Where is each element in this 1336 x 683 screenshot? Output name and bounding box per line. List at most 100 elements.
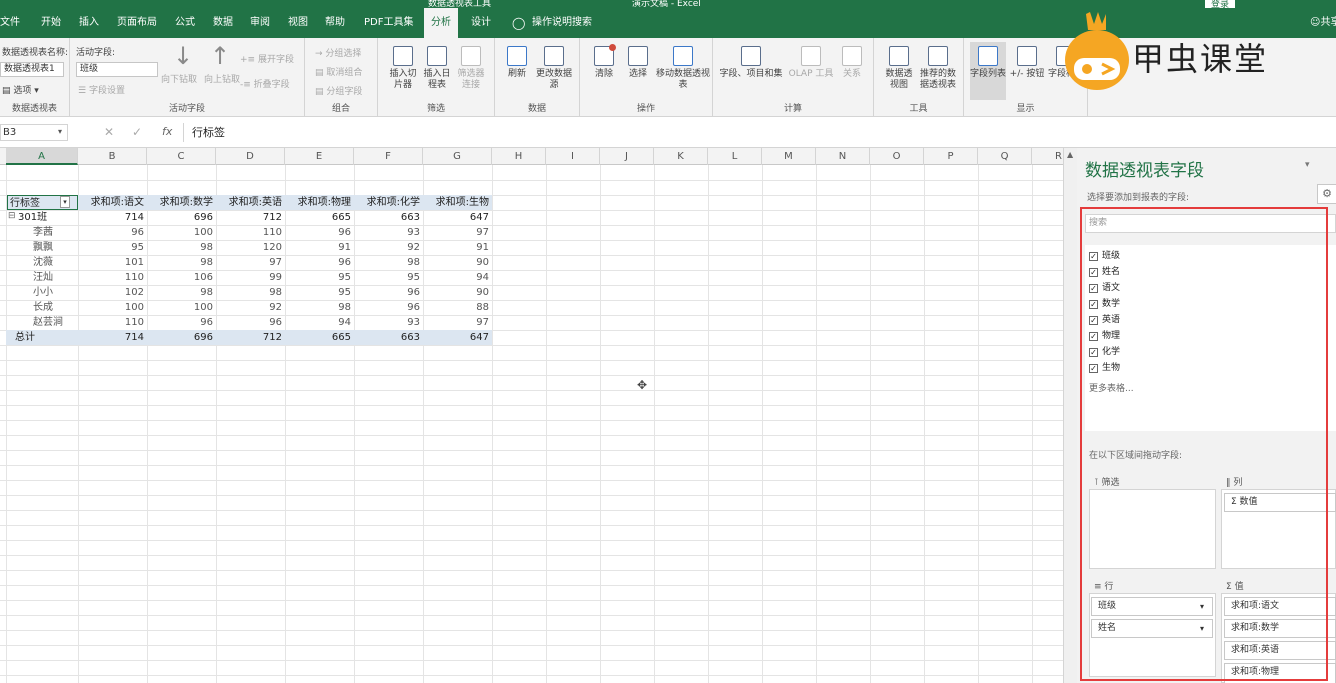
pivot-row-label[interactable]: 小小 (6, 285, 78, 300)
active-field-input[interactable]: 班级 (76, 62, 158, 77)
pivot-header-cell[interactable]: 求和项:数学 (147, 195, 216, 210)
insert-slicer-button[interactable]: 插入切片器 (386, 46, 420, 91)
group-selection-button[interactable]: → 分组选择 (315, 46, 361, 59)
tab-view[interactable]: 视图 (288, 8, 308, 38)
pivot-row-value[interactable]: 91 (285, 240, 354, 255)
name-box-dropdown-icon[interactable]: ▾ (58, 127, 62, 136)
pivot-row-value[interactable]: 98 (354, 255, 423, 270)
pivot-header-cell[interactable]: 求和项:语文 (78, 195, 147, 210)
pivot-row-value[interactable]: 110 (216, 225, 285, 240)
tell-me-search[interactable]: 操作说明搜索 (532, 8, 592, 38)
pivot-row-value[interactable]: 96 (354, 285, 423, 300)
tab-insert[interactable]: 插入 (79, 8, 99, 38)
collapse-field-button[interactable]: -≡ 折叠字段 (240, 77, 290, 90)
pivot-row-value[interactable]: 92 (354, 240, 423, 255)
pivot-row-value[interactable]: 95 (285, 270, 354, 285)
pivot-row-value[interactable]: 95 (354, 270, 423, 285)
filter-connections-button[interactable]: 筛选器连接 (454, 46, 488, 91)
select-button[interactable]: 选择 (622, 46, 654, 80)
pivot-row-value[interactable]: 96 (147, 315, 216, 330)
column-header-f[interactable]: F (354, 148, 423, 165)
fields-items-sets-button[interactable]: 字段、项目和集 (719, 46, 783, 80)
pivot-row-value[interactable]: 90 (423, 285, 492, 300)
pivot-row-value[interactable]: 96 (285, 255, 354, 270)
column-header-k[interactable]: K (654, 148, 708, 165)
pivot-row-label[interactable]: 飘飘 (6, 240, 78, 255)
pivot-row-label[interactable]: 赵芸涧 (6, 315, 78, 330)
panel-options-dropdown-icon[interactable]: ▾ (1305, 160, 1310, 170)
tab-page-layout[interactable]: 页面布局 (117, 8, 157, 38)
tab-design[interactable]: 设计 (471, 8, 491, 38)
pivot-row-value[interactable]: 91 (423, 240, 492, 255)
clear-button[interactable]: 清除 (588, 44, 620, 80)
pivot-row-value[interactable]: 100 (78, 300, 147, 315)
group-field-button[interactable]: ▤ 分组字段 (315, 84, 362, 97)
pivot-row-value[interactable]: 92 (216, 300, 285, 315)
pivot-row-value[interactable]: 98 (285, 300, 354, 315)
pivot-group-value[interactable]: 665 (285, 210, 354, 225)
tab-analyze[interactable]: 分析 (424, 8, 458, 38)
pivot-total-value[interactable]: 647 (423, 330, 492, 345)
tab-formulas[interactable]: 公式 (175, 8, 195, 38)
pivot-row-value[interactable]: 97 (423, 225, 492, 240)
pivot-row-value[interactable]: 98 (147, 255, 216, 270)
pivot-total-value[interactable]: 714 (78, 330, 147, 345)
vertical-scrollbar[interactable]: ▲ (1063, 148, 1077, 683)
options-button[interactable]: ▤ 选项 ▾ (2, 83, 39, 96)
field-list-button[interactable]: 字段列表 (970, 42, 1006, 100)
pivot-total-value[interactable]: 696 (147, 330, 216, 345)
column-header-p[interactable]: P (924, 148, 978, 165)
column-header-e[interactable]: E (285, 148, 354, 165)
column-header-j[interactable]: J (600, 148, 654, 165)
tab-help[interactable]: 帮助 (325, 8, 345, 38)
tab-file[interactable]: 文件 (0, 8, 20, 38)
pivot-row-value[interactable]: 110 (78, 315, 147, 330)
column-header-b[interactable]: B (78, 148, 147, 165)
column-header-d[interactable]: D (216, 148, 285, 165)
pivot-row-value[interactable]: 97 (216, 255, 285, 270)
collapse-group-icon[interactable]: ⊟ (8, 211, 16, 221)
olap-tools-button[interactable]: OLAP 工具 (785, 46, 837, 80)
cancel-icon[interactable]: ✕ (104, 125, 114, 139)
pivot-group-value[interactable]: 647 (423, 210, 492, 225)
column-header-m[interactable]: M (762, 148, 816, 165)
pivot-row-value[interactable]: 100 (147, 300, 216, 315)
pivot-group-value[interactable]: 712 (216, 210, 285, 225)
pivot-total-value[interactable]: 665 (285, 330, 354, 345)
pivot-row-value[interactable]: 88 (423, 300, 492, 315)
column-header-q[interactable]: Q (978, 148, 1032, 165)
formula-input[interactable]: 行标签 (183, 123, 1063, 142)
relationships-button[interactable]: 关系 (837, 46, 867, 80)
share-button[interactable]: ☺共享 (1310, 8, 1336, 38)
pivot-row-value[interactable]: 90 (423, 255, 492, 270)
pivot-group-value[interactable]: 714 (78, 210, 147, 225)
column-header-o[interactable]: O (870, 148, 924, 165)
pivot-row-label[interactable]: 长成 (6, 300, 78, 315)
column-header-n[interactable]: N (816, 148, 870, 165)
pivot-row-value[interactable]: 102 (78, 285, 147, 300)
pivot-row-value[interactable]: 98 (216, 285, 285, 300)
column-header-r[interactable]: R (1032, 148, 1063, 165)
pivot-row-value[interactable]: 93 (354, 315, 423, 330)
column-header-h[interactable]: H (492, 148, 546, 165)
column-header-i[interactable]: I (546, 148, 600, 165)
pivotchart-button[interactable]: 数据透视图 (882, 46, 916, 91)
expand-field-button[interactable]: +≡ 展开字段 (240, 52, 294, 65)
pivot-header-cell[interactable]: 求和项:化学 (354, 195, 423, 210)
row-label-filter-icon[interactable]: ▾ (60, 196, 70, 208)
insert-function-icon[interactable]: fx (162, 125, 172, 138)
pivot-row-value[interactable]: 93 (354, 225, 423, 240)
drill-up-button[interactable]: 向上钻取 (204, 72, 240, 85)
pivot-total-label[interactable]: 总计 (6, 330, 78, 345)
pivot-group-value[interactable]: 663 (354, 210, 423, 225)
pivot-group-value[interactable]: 696 (147, 210, 216, 225)
change-source-button[interactable]: 更改数据源 (533, 46, 575, 91)
pivot-row-value[interactable]: 95 (78, 240, 147, 255)
pivot-row-label[interactable]: 汪灿 (6, 270, 78, 285)
scroll-up-icon[interactable]: ▲ (1067, 150, 1073, 159)
pivot-row-value[interactable]: 101 (78, 255, 147, 270)
refresh-button[interactable]: 刷新 (501, 46, 533, 80)
pivot-row-value[interactable]: 98 (147, 285, 216, 300)
pivot-row-value[interactable]: 94 (285, 315, 354, 330)
pivot-row-value[interactable]: 97 (423, 315, 492, 330)
